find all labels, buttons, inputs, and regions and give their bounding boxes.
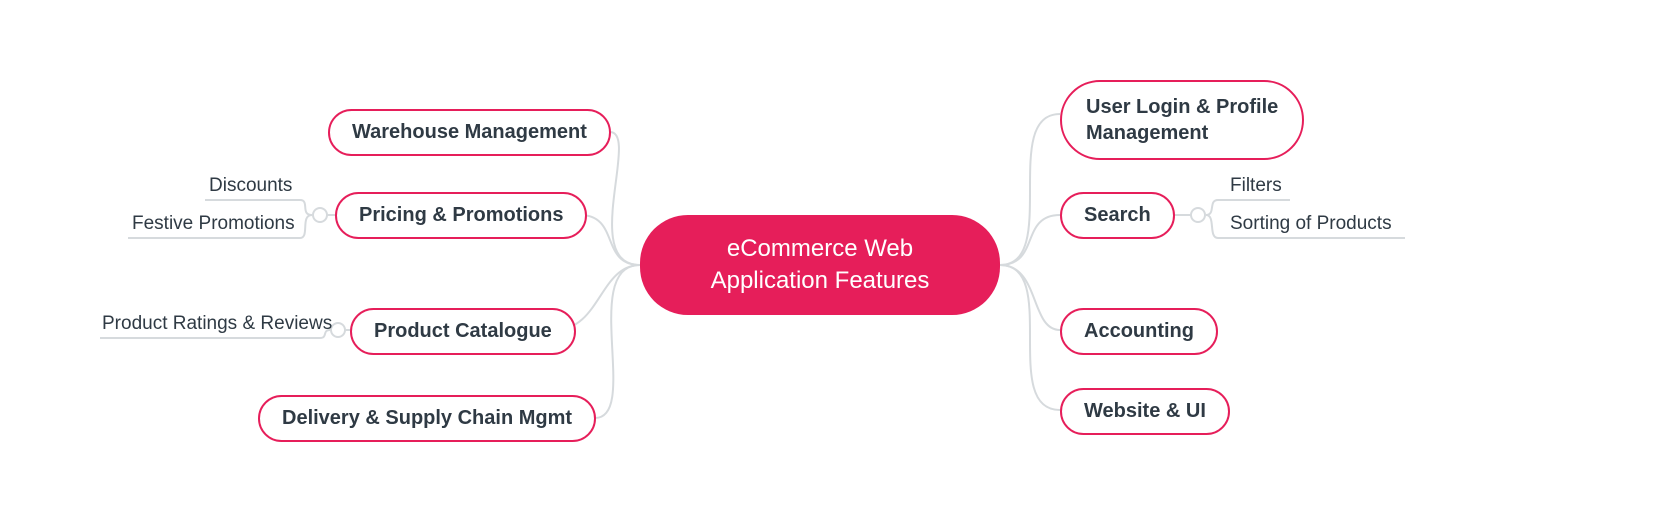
leaf-sorting-of-products[interactable]: Sorting of Products (1230, 213, 1392, 235)
node-pricing-promotions[interactable]: Pricing & Promotions (335, 192, 587, 239)
node-label: Pricing & Promotions (359, 204, 563, 227)
node-label: Warehouse Management (352, 121, 587, 144)
node-warehouse-management[interactable]: Warehouse Management (328, 109, 611, 156)
leaf-filters[interactable]: Filters (1230, 175, 1282, 197)
leaf-festive-promotions[interactable]: Festive Promotions (132, 213, 295, 235)
node-product-catalogue[interactable]: Product Catalogue (350, 308, 576, 355)
center-node[interactable]: eCommerce Web Application Features (640, 215, 1000, 315)
node-label: Product Catalogue (374, 320, 552, 343)
node-label: Accounting (1084, 320, 1194, 343)
node-delivery-supply-chain[interactable]: Delivery & Supply Chain Mgmt (258, 395, 596, 442)
node-website-ui[interactable]: Website & UI (1060, 388, 1230, 435)
node-label: User Login & Profile Management (1086, 94, 1278, 146)
leaf-product-ratings-reviews[interactable]: Product Ratings & Reviews (102, 313, 332, 335)
node-user-login-profile[interactable]: User Login & Profile Management (1060, 80, 1304, 160)
node-accounting[interactable]: Accounting (1060, 308, 1218, 355)
node-label: Website & UI (1084, 400, 1206, 423)
leaf-discounts[interactable]: Discounts (209, 175, 292, 197)
node-search[interactable]: Search (1060, 192, 1175, 239)
center-title: eCommerce Web Application Features (711, 233, 930, 298)
node-label: Delivery & Supply Chain Mgmt (282, 407, 572, 430)
node-label: Search (1084, 204, 1151, 227)
